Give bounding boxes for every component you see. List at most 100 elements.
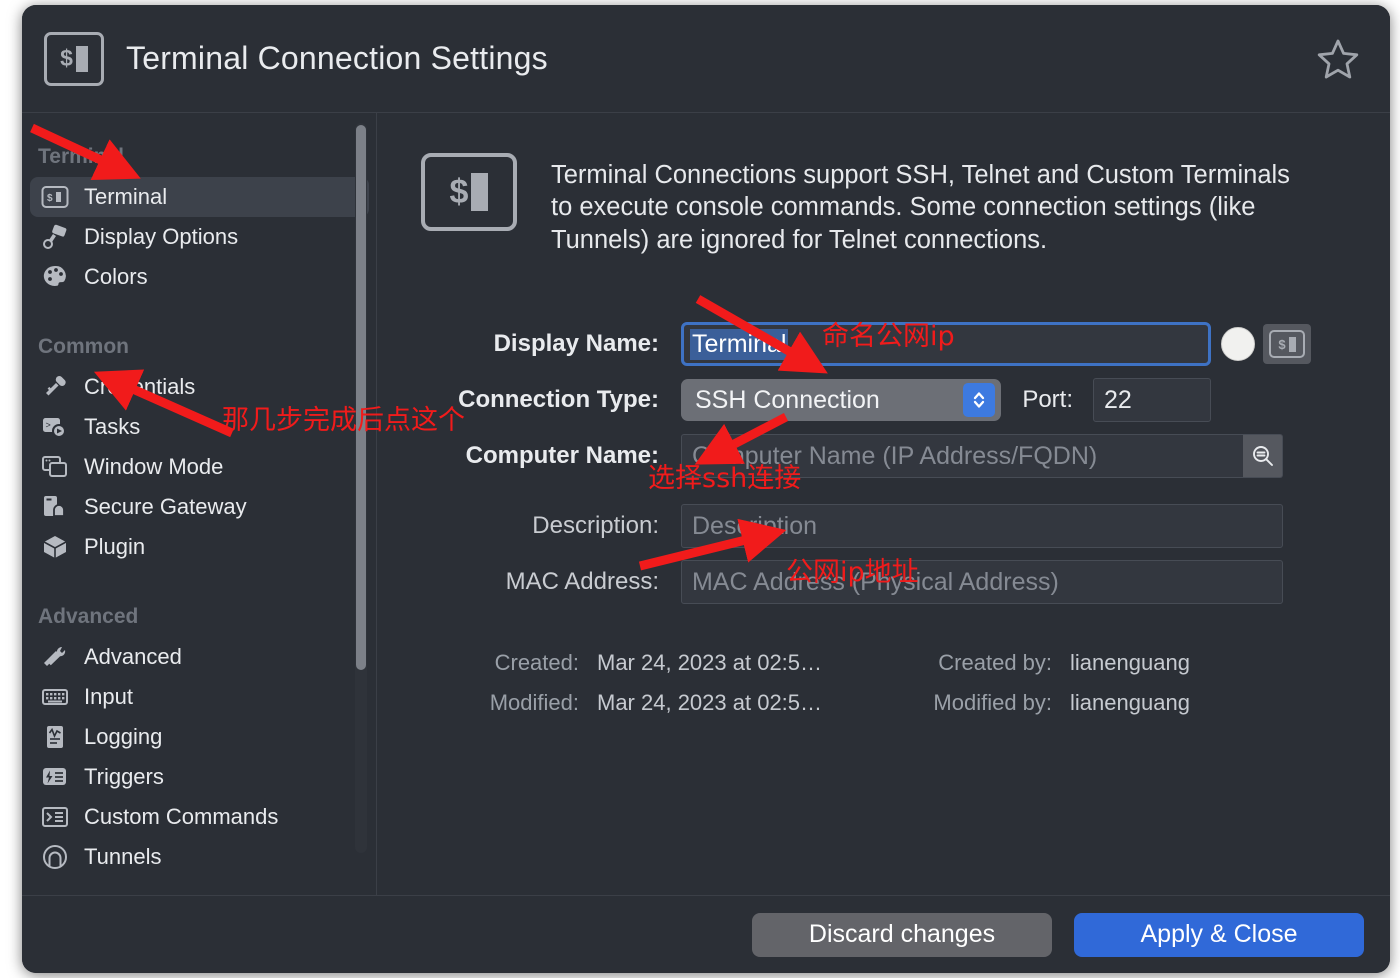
footer: Discard changes Apply & Close (22, 895, 1390, 973)
sidebar-item-label: Credentials (84, 374, 196, 399)
sidebar-item-colors[interactable]: Colors (30, 257, 369, 297)
display-name-row: Display Name: Terminal $ (421, 322, 1346, 367)
computer-name-input[interactable]: Computer Name (IP Address/FQDN) (681, 434, 1243, 479)
connection-form: Display Name: Terminal $ Connection Type… (421, 322, 1346, 605)
key-icon (38, 372, 72, 402)
description-label: Description: (532, 512, 659, 540)
port-label: Port: (1022, 386, 1073, 414)
computer-name-field: Computer Name (IP Address/FQDN) (681, 434, 1283, 479)
connection-type-select[interactable]: SSH Connection (681, 379, 1001, 422)
sidebar-item-label: Colors (84, 264, 148, 289)
display-name-label: Display Name: (493, 330, 659, 358)
apply-and-close-button[interactable]: Apply & Close (1074, 912, 1364, 957)
dollar-glyph: $ (1278, 336, 1286, 352)
log-icon (38, 722, 72, 752)
sidebar-item-label: Advanced (84, 644, 182, 669)
description-text: Terminal Connections support SSH, Telnet… (551, 161, 1290, 254)
display-name-field[interactable]: Terminal (681, 322, 1211, 367)
modified-value: Mar 24, 2023 at 02:5… (597, 690, 823, 716)
gateway-icon (38, 492, 72, 522)
sidebar-item-terminal[interactable]: $ Terminal (30, 177, 369, 217)
sidebar-item-label: Input (84, 684, 133, 709)
description-input[interactable]: Description (681, 504, 1283, 549)
mac-address-label: MAC Address: (505, 568, 659, 596)
sidebar-group-advanced-label: Advanced (38, 605, 139, 628)
sidebar-group-terminal-label: Terminal (38, 145, 124, 168)
sidebar-item-advanced[interactable]: Advanced (30, 637, 369, 677)
modified-by-line: Modified by: lianenguang (880, 690, 1190, 716)
computer-name-row: Computer Name: Computer Name (IP Address… (421, 434, 1346, 479)
cursor-glyph (75, 45, 88, 72)
cube-icon (38, 532, 72, 562)
sidebar-group-common-label: Common (38, 335, 129, 358)
sidebar-scrollbar[interactable] (355, 123, 367, 853)
sidebar-item-label: Window Mode (84, 454, 224, 479)
titlebar: $ Terminal Connection Settings (22, 5, 1390, 113)
created-by-line: Created by: lianenguang (880, 650, 1190, 676)
sidebar-item-custom-commands[interactable]: Custom Commands (30, 797, 369, 837)
sidebar-item-tunnels[interactable]: Tunnels (30, 837, 369, 877)
sidebar-item-label: Display Options (84, 224, 239, 249)
sidebar-item-label: Tunnels (84, 844, 162, 869)
mac-address-row: MAC Address: MAC Address (Physical Addre… (421, 560, 1346, 605)
keyboard-icon (38, 682, 72, 712)
sidebar-item-label: Triggers (84, 764, 164, 789)
sidebar-scrollbar-thumb[interactable] (356, 125, 366, 670)
description-field-row: Description: Description (421, 504, 1346, 549)
sidebar-item-triggers[interactable]: Triggers (30, 757, 369, 797)
connection-type-label: Connection Type: (458, 386, 659, 414)
terminal-icon[interactable]: $ (1269, 330, 1305, 359)
dollar-glyph: $ (60, 45, 73, 71)
connection-type-row: Connection Type: SSH Connection Port: 22 (421, 378, 1346, 423)
mac-address-input[interactable]: MAC Address (Physical Address) (681, 560, 1283, 605)
trigger-icon (38, 762, 72, 792)
metadata-users: Created by: lianenguang Modified by: lia… (880, 650, 1190, 716)
star-icon[interactable] (1314, 35, 1362, 83)
settings-window: $ Terminal Connection Settings Terminal … (22, 5, 1390, 973)
svg-text:$: $ (47, 193, 53, 204)
search-list-icon[interactable] (1243, 434, 1283, 479)
created-by-value: lianenguang (1070, 650, 1190, 676)
page-title: Terminal Connection Settings (126, 40, 548, 76)
modified-line: Modified: Mar 24, 2023 at 02:5… (439, 690, 822, 716)
sidebar-item-window-mode[interactable]: Window Mode (30, 447, 369, 487)
modified-by-label: Modified by: (933, 690, 1053, 716)
discard-changes-button[interactable]: Discard changes (752, 912, 1052, 957)
sidebar-item-display-options[interactable]: Display Options (30, 217, 369, 257)
sidebar-item-secure-gateway[interactable]: Secure Gateway (30, 487, 369, 527)
tunnel-icon (38, 842, 72, 872)
display-name-value: Terminal (690, 328, 789, 360)
modified-by-value: lianenguang (1070, 690, 1190, 716)
sidebar-item-label: Custom Commands (84, 804, 279, 829)
sidebar-item-logging[interactable]: Logging (30, 717, 369, 757)
created-line: Created: Mar 24, 2023 at 02:5… (439, 650, 822, 676)
dollar-glyph: $ (449, 172, 469, 211)
sidebar-item-credentials[interactable]: Credentials (30, 367, 369, 407)
window-body: Terminal $ Terminal Display Options Colo… (22, 113, 1390, 895)
metadata-section: Created: Mar 24, 2023 at 02:5… Modified:… (421, 650, 1346, 716)
paint-roller-icon (38, 222, 72, 252)
display-name-side-buttons: $ (1263, 324, 1311, 365)
created-label: Created: (494, 650, 579, 676)
sidebar-item-label: Terminal (84, 184, 168, 209)
sidebar-item-label: Tasks (84, 414, 141, 439)
created-value: Mar 24, 2023 at 02:5… (597, 650, 823, 676)
chevron-up-down-icon[interactable] (963, 383, 995, 418)
tools-icon (38, 642, 72, 672)
terminal-icon: $ (421, 153, 517, 231)
sidebar-item-tasks[interactable]: > Tasks (30, 407, 369, 447)
cursor-glyph (471, 173, 489, 211)
sidebar-item-input[interactable]: Input (30, 677, 369, 717)
color-swatch-button[interactable] (1221, 327, 1255, 362)
connection-type-value: SSH Connection (695, 385, 880, 414)
description-row: $ Terminal Connections support SSH, Teln… (421, 153, 1346, 256)
modified-label: Modified: (489, 690, 579, 716)
sidebar-item-label: Plugin (84, 534, 146, 559)
created-by-label: Created by: (938, 650, 1053, 676)
terminal-icon: $ (44, 31, 104, 86)
tasks-icon: > (38, 412, 72, 442)
cursor-glyph (1288, 336, 1296, 352)
sidebar-item-label: Logging (84, 724, 163, 749)
sidebar-item-plugin[interactable]: Plugin (30, 527, 369, 567)
port-input[interactable]: 22 (1093, 378, 1211, 423)
